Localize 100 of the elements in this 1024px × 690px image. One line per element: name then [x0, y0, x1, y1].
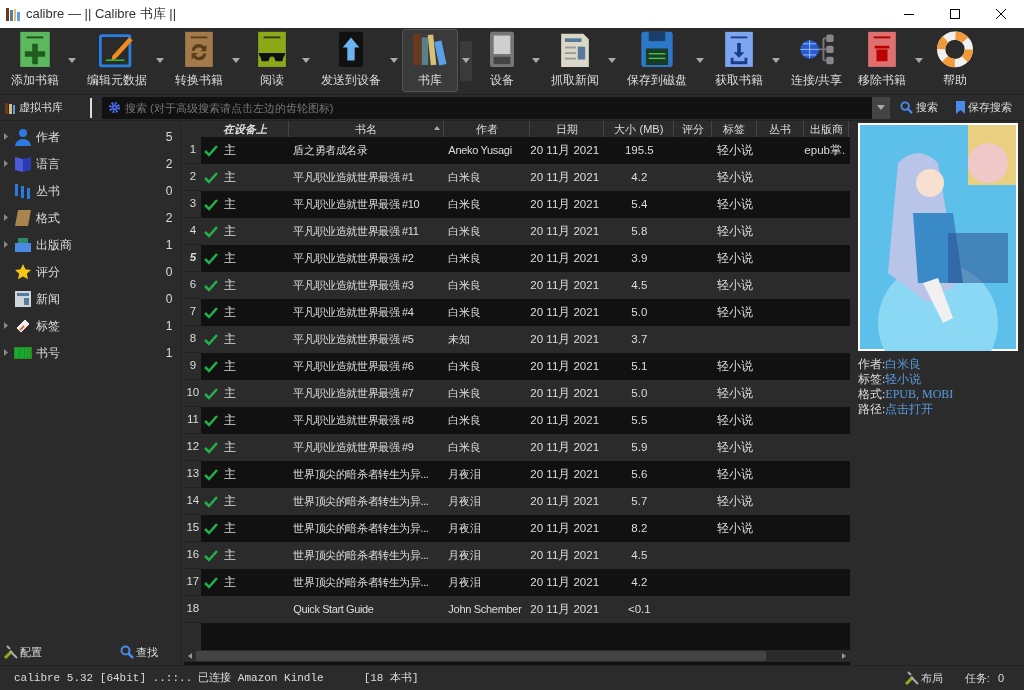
- gear-icon[interactable]: [108, 101, 121, 114]
- maximize-icon: [950, 9, 960, 19]
- toolbar-button[interactable]: 保存到磁盘: [620, 29, 694, 92]
- right-arrow-icon: [842, 653, 846, 659]
- table-cell: 平凡职业造就世界最强 #8: [293, 413, 414, 426]
- table-row[interactable]: 2 主 平凡职业造就世界最强 #1 白米良 20 11月 2021 4.2 轻小说: [184, 164, 850, 191]
- toolbar-button[interactable]: 抓取新闻: [544, 29, 606, 92]
- virtual-library-button[interactable]: 虚拟书库: [4, 99, 84, 116]
- table-cell: John Schember: [448, 602, 522, 615]
- caret-icon[interactable]: [877, 105, 885, 110]
- category-item[interactable]: 作者 5: [0, 123, 181, 150]
- search-field[interactable]: 搜索 (对于高级搜索请点击左边的齿轮图标): [125, 96, 872, 119]
- caret-icon[interactable]: [696, 58, 704, 63]
- field-value[interactable]: 点击打开: [885, 402, 934, 417]
- table-cell-text: 主: [224, 439, 237, 455]
- menu-arrow-button[interactable]: [460, 40, 472, 81]
- table-cell: 20 11月 2021: [530, 359, 600, 372]
- table-cell: 平凡职业造就世界最强 #10: [293, 197, 420, 210]
- category-item[interactable]: 丛书 0: [0, 177, 181, 204]
- category-item[interactable]: 评分 0: [0, 258, 181, 285]
- table-row[interactable]: 6 主 平凡职业造就世界最强 #3 白米良 20 11月 2021 4.5 轻小说: [184, 272, 850, 299]
- expand-arrow-icon[interactable]: [4, 349, 8, 356]
- category-item[interactable]: 标签 1: [0, 312, 181, 339]
- caret-icon[interactable]: [302, 58, 310, 63]
- toolbar-button[interactable]: 添加书籍: [4, 29, 66, 92]
- toolbar-button[interactable]: 帮助: [927, 29, 984, 92]
- caret-icon[interactable]: [390, 58, 398, 63]
- table-row[interactable]: 18 Quick Start Guide John Schember 20 11月 2021 <0.1: [184, 596, 850, 623]
- toolbar-button[interactable]: 获取书籍: [708, 29, 770, 92]
- expand-arrow-icon[interactable]: [4, 241, 8, 248]
- table-cell: 20 11月 2021: [530, 548, 600, 561]
- caret-icon[interactable]: [772, 58, 780, 63]
- caret-icon[interactable]: [532, 58, 540, 63]
- table-cell: 20 11月 2021: [530, 386, 600, 399]
- field-value[interactable]: 白米良: [885, 357, 922, 372]
- category-item[interactable]: 书号 1: [0, 339, 181, 366]
- search-history-button[interactable]: [872, 96, 890, 119]
- table-cell-text: 5.4: [631, 196, 648, 212]
- table-cell-text: 轻小说: [716, 142, 753, 158]
- table-row[interactable]: 8 主 平凡职业造就世界最强 #5 未知 20 11月 2021 3.7: [184, 326, 850, 353]
- book-icon: [14, 208, 32, 227]
- layout-button[interactable]: 布局: [904, 669, 943, 687]
- category-item[interactable]: 格式 2: [0, 204, 181, 231]
- table-cell-text: 5.8: [631, 223, 648, 239]
- table-cell: 月夜泪: [448, 467, 481, 480]
- caret-icon[interactable]: [156, 58, 164, 63]
- row-number: 9: [184, 353, 202, 380]
- find-button[interactable]: 查找: [120, 643, 159, 660]
- expand-arrow-icon[interactable]: [4, 322, 8, 329]
- field-value[interactable]: 轻小说: [885, 372, 922, 387]
- table-cell: 世界顶尖的暗杀者转生为异...: [293, 494, 429, 507]
- app-logo-icon: [5, 6, 21, 22]
- search-button[interactable]: 搜索: [896, 99, 942, 116]
- status-text: 已连接 Amazon Kindle: [198, 670, 324, 686]
- toolbar-button[interactable]: 编辑元数据: [80, 29, 154, 92]
- table-cell-text: 轻小说: [716, 169, 753, 185]
- toolbar-button[interactable]: 书库: [402, 29, 458, 92]
- caret-icon[interactable]: [232, 58, 240, 63]
- left-arrow-icon: [188, 653, 193, 659]
- table-cell-text: 主: [224, 196, 237, 212]
- expand-arrow-icon[interactable]: [4, 133, 8, 140]
- table-cell: 世界顶尖的暗杀者转生为异...: [293, 548, 429, 561]
- table-cell-text: 轻小说: [716, 439, 753, 455]
- table-cell: 白米良: [448, 440, 481, 453]
- toolbar-button[interactable]: 发送到设备: [314, 29, 388, 92]
- table-cell: 白米良: [448, 386, 481, 399]
- table-row[interactable]: 12 主 平凡职业造就世界最强 #9 白米良 20 11月 2021 5.9 轻小说: [184, 434, 850, 461]
- printer-icon: [14, 235, 32, 254]
- row-number: 13: [184, 461, 202, 488]
- table-row[interactable]: 10 主 平凡职业造就世界最强 #7 白米良 20 11月 2021 5.0 轻小说: [184, 380, 850, 407]
- configure-button[interactable]: 配置: [4, 643, 42, 660]
- toolbar-button[interactable]: 连接/共享: [784, 29, 850, 92]
- table-cell-text: 主: [224, 412, 237, 428]
- toolbar-button[interactable]: 阅读: [244, 29, 300, 92]
- caret-icon[interactable]: [462, 58, 470, 63]
- table-row[interactable]: 4 主 平凡职业造就世界最强 #11 白米良 20 11月 2021 5.8 轻小说: [184, 218, 850, 245]
- table-row[interactable]: 16 主 世界顶尖的暗杀者转生为异... 月夜泪 20 11月 2021 4.5: [184, 542, 850, 569]
- field-value[interactable]: EPUB, MOBI: [885, 387, 954, 402]
- category-item[interactable]: 出版商 1: [0, 231, 181, 258]
- toolbar-button[interactable]: 设备: [474, 29, 530, 92]
- toolbar-button[interactable]: 转换书籍: [168, 29, 230, 92]
- table-row[interactable]: 14 主 世界顶尖的暗杀者转生为异... 月夜泪 20 11月 2021 5.7 轻小说: [184, 488, 850, 515]
- category-item[interactable]: 语言 2: [0, 150, 181, 177]
- caret-icon[interactable]: [915, 58, 924, 63]
- expand-arrow-icon[interactable]: [4, 214, 8, 221]
- check-icon: [204, 495, 219, 508]
- toolbar-button[interactable]: 移除书籍: [851, 29, 914, 92]
- caret-icon[interactable]: [608, 58, 616, 63]
- table-cell-text: 主: [224, 574, 237, 590]
- scrollbar-thumb[interactable]: [196, 651, 767, 661]
- caret-icon[interactable]: [68, 58, 76, 63]
- table-cell-text: 主: [224, 466, 237, 482]
- category-item[interactable]: 新闻 0: [0, 285, 181, 312]
- check-icon: [204, 252, 219, 265]
- expand-arrow-icon[interactable]: [4, 160, 8, 167]
- sort-arrow-icon: [434, 126, 441, 130]
- table-cell: 20 11月 2021: [530, 494, 600, 507]
- save-search-button[interactable]: 保存搜索: [948, 99, 1020, 116]
- row-number: 7: [184, 299, 202, 326]
- table-cell: 平凡职业造就世界最强 #1: [293, 170, 414, 183]
